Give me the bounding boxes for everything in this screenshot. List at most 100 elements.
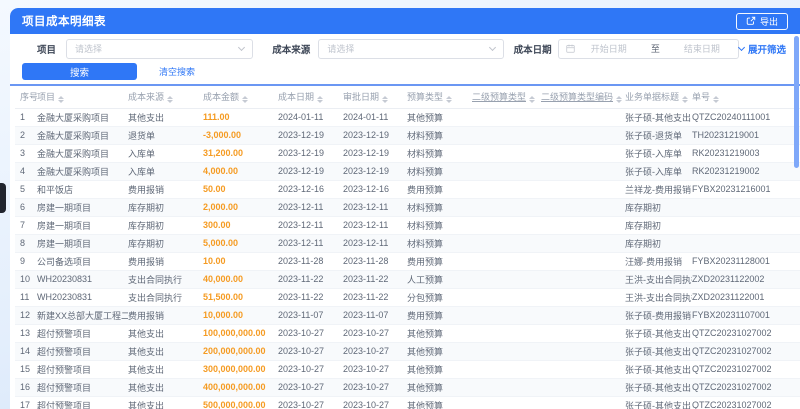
scrollbar-thumb[interactable] bbox=[794, 36, 799, 168]
budget-type-cell: 材料预算 bbox=[407, 144, 472, 163]
sub-budget-type-code-cell bbox=[541, 378, 625, 397]
column-header-sub-budget-type-code[interactable]: 二级预算类型编码 bbox=[541, 86, 625, 109]
index-cell: 7 bbox=[15, 216, 37, 235]
sort-icon[interactable] bbox=[713, 96, 720, 104]
index-cell: 2 bbox=[15, 126, 37, 145]
sub-budget-type-cell bbox=[472, 288, 541, 307]
column-header-approval-date[interactable]: 审批日期 bbox=[343, 86, 407, 109]
cost-source-select[interactable]: 请选择 bbox=[318, 38, 504, 59]
table-row: 10 WH20230831 支出合同执行 40,000.00 2023-11-22 202… bbox=[15, 270, 800, 289]
doc-title-cell: 汪娜-费用报销 bbox=[625, 252, 692, 271]
column-header-budget-type[interactable]: 预算类型 bbox=[407, 86, 472, 109]
expand-filters-link[interactable]: 展开筛选 bbox=[737, 42, 786, 56]
cost-source-cell: 其他支出 bbox=[128, 396, 203, 409]
doc-title-cell: 兰祥龙-费用报销 bbox=[625, 180, 692, 199]
cost-date-cell: 2023-11-22 bbox=[278, 270, 343, 289]
column-header-doc-number[interactable]: 单号 bbox=[692, 86, 800, 109]
doc-title-cell: 张子硕-其他支出 bbox=[625, 324, 692, 343]
column-label: 审批日期 bbox=[343, 92, 380, 103]
index-cell: 14 bbox=[15, 342, 37, 361]
column-header-cost-amount[interactable]: 成本金额 bbox=[203, 86, 278, 109]
budget-type-cell: 材料预算 bbox=[407, 198, 472, 217]
sort-icon[interactable] bbox=[167, 96, 174, 104]
column-label: 项目 bbox=[37, 92, 56, 103]
sort-icon[interactable] bbox=[317, 96, 324, 104]
approval-date-cell: 2023-10-27 bbox=[343, 396, 407, 409]
index-cell: 4 bbox=[15, 162, 37, 181]
table-row: 14 超付预警项目 其他支出 200,000,000.00 2023-10-27 2023… bbox=[15, 342, 800, 361]
budget-type-cell: 其他预算 bbox=[407, 396, 472, 409]
sort-icon[interactable] bbox=[682, 96, 689, 104]
column-header-project[interactable]: 项目 bbox=[37, 86, 128, 109]
cost-source-cell: 库存期初 bbox=[128, 234, 203, 253]
doc-title-cell: 张子硕-入库单 bbox=[625, 162, 692, 181]
table-row: 1 金融大厦采购项目 其他支出 111.00 2024-01-11 2024-01-11 其… bbox=[15, 108, 800, 127]
sort-icon[interactable] bbox=[529, 96, 536, 104]
cost-amount-cell: 500,000,000.00 bbox=[203, 396, 278, 409]
sort-icon[interactable] bbox=[382, 96, 389, 104]
column-label: 二级预算类型编码 bbox=[541, 92, 614, 103]
export-button[interactable]: 导出 bbox=[735, 12, 788, 30]
approval-date-cell: 2023-11-28 bbox=[343, 252, 407, 271]
clear-search-link[interactable]: 清空搜索 bbox=[159, 65, 195, 78]
project-cell: 金融大厦采购项目 bbox=[37, 126, 128, 145]
table-header-row: 序号 项目 成本来源 成本金额 成本日期 审批日期 预算类型 二级预算类型 二级预算类型编码 业务… bbox=[15, 86, 800, 109]
table-row: 3 金融大厦采购项目 入库单 31,200.00 2023-12-19 2023-12-1… bbox=[15, 144, 800, 163]
cost-date-cell: 2023-11-07 bbox=[278, 306, 343, 325]
doc-number-cell bbox=[692, 198, 800, 217]
budget-type-cell: 其他预算 bbox=[407, 378, 472, 397]
project-select[interactable]: 请选择 bbox=[66, 38, 254, 59]
calendar-icon bbox=[566, 44, 575, 53]
search-button[interactable]: 搜索 bbox=[22, 63, 137, 80]
sort-icon[interactable] bbox=[616, 96, 623, 104]
sort-icon[interactable] bbox=[58, 96, 65, 104]
column-label: 成本日期 bbox=[278, 92, 315, 103]
index-cell: 16 bbox=[15, 378, 37, 397]
doc-title-cell: 张子硕-其他支出 bbox=[625, 396, 692, 409]
budget-type-cell: 材料预算 bbox=[407, 162, 472, 181]
doc-number-cell: FYBX20231216001 bbox=[692, 180, 800, 199]
doc-title-cell: 张子硕-退货单 bbox=[625, 126, 692, 145]
sort-icon[interactable] bbox=[242, 96, 249, 104]
table-row: 5 和平饭店 费用报销 50.00 2023-12-16 2023-12-16 费用预算 兰祥… bbox=[15, 180, 800, 199]
doc-number-cell: RK20231219002 bbox=[692, 162, 800, 181]
cost-date-range-input[interactable]: 开始日期 至 结束日期 bbox=[557, 38, 739, 59]
sub-budget-type-cell bbox=[472, 198, 541, 217]
doc-title-cell: 张子硕-其他支出 bbox=[625, 360, 692, 379]
index-cell: 9 bbox=[15, 252, 37, 271]
approval-date-cell: 2023-10-27 bbox=[343, 378, 407, 397]
column-header-cost-date[interactable]: 成本日期 bbox=[278, 86, 343, 109]
doc-number-cell: QTZC20231027002 bbox=[692, 378, 800, 397]
index-cell: 15 bbox=[15, 360, 37, 379]
cost-date-cell: 2023-12-19 bbox=[278, 126, 343, 145]
sub-budget-type-code-cell bbox=[541, 126, 625, 145]
table-row: 9 公司备选项目 费用报销 10.00 2023-11-28 2023-11-28 费用预算… bbox=[15, 252, 800, 271]
budget-type-cell: 其他预算 bbox=[407, 342, 472, 361]
sort-icon[interactable] bbox=[446, 96, 453, 104]
column-label: 业务单据标题 bbox=[625, 92, 680, 103]
column-header-cost-source[interactable]: 成本来源 bbox=[128, 86, 203, 109]
side-drawer-handle[interactable] bbox=[0, 183, 6, 213]
doc-number-cell: ZXD20231122001 bbox=[692, 288, 800, 307]
approval-date-cell: 2023-12-16 bbox=[343, 180, 407, 199]
sub-budget-type-cell bbox=[472, 108, 541, 127]
table-row: 17 超付预警项目 其他支出 500,000,000.00 2023-10-27 2023… bbox=[15, 396, 800, 409]
budget-type-cell: 材料预算 bbox=[407, 126, 472, 145]
project-select-placeholder: 请选择 bbox=[75, 44, 103, 54]
doc-number-cell: ZXD20231122002 bbox=[692, 270, 800, 289]
index-cell: 10 bbox=[15, 270, 37, 289]
chevron-down-icon bbox=[488, 43, 496, 51]
column-header-doc-title[interactable]: 业务单据标题 bbox=[625, 86, 692, 109]
doc-number-cell: QTZC20240111001 bbox=[692, 108, 800, 127]
cost-date-cell: 2023-12-11 bbox=[278, 198, 343, 217]
sub-budget-type-code-cell bbox=[541, 360, 625, 379]
column-header-sub-budget-type[interactable]: 二级预算类型 bbox=[472, 86, 541, 109]
doc-number-cell: FYBX20231128001 bbox=[692, 252, 800, 271]
approval-date-cell: 2023-11-07 bbox=[343, 306, 407, 325]
end-date-placeholder: 结束日期 bbox=[683, 44, 720, 54]
cost-source-cell: 库存期初 bbox=[128, 216, 203, 235]
sub-budget-type-cell bbox=[472, 126, 541, 145]
table-row: 15 超付预警项目 其他支出 300,000,000.00 2023-10-27 2023… bbox=[15, 360, 800, 379]
cost-amount-cell: 2,000.00 bbox=[203, 198, 278, 217]
cost-source-cell: 入库单 bbox=[128, 162, 203, 181]
